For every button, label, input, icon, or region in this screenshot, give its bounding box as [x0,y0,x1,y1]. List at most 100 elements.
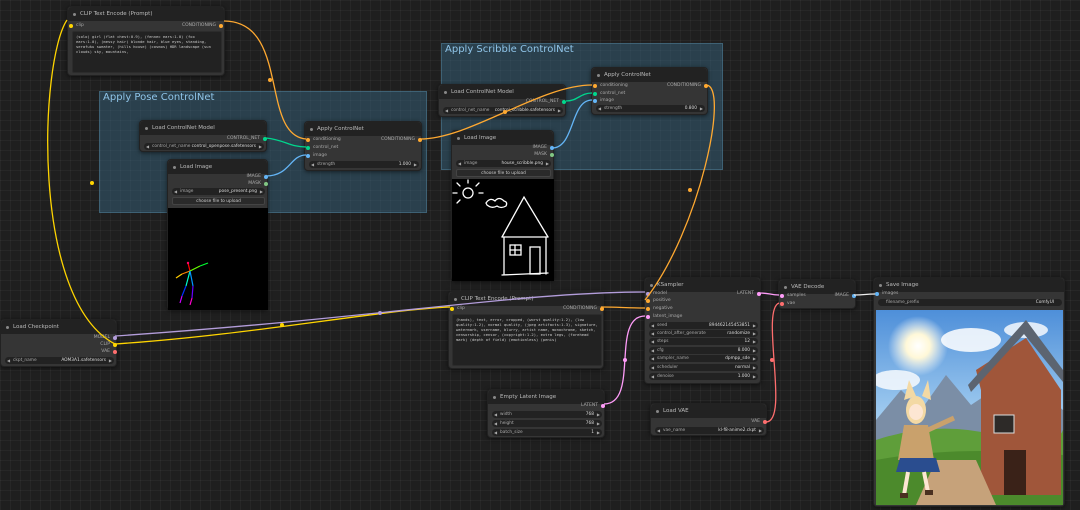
collapse-dot-icon[interactable] [457,136,460,140]
input-vae[interactable]: vae [780,301,795,307]
right-arrow-icon[interactable]: ▶ [753,364,756,371]
node-load-controlnet-pose[interactable]: Load ControlNet Model CONTROL_NET ◀ contr… [139,120,267,152]
collapse-dot-icon[interactable] [444,90,447,94]
batch-size-widget[interactable]: ◀ batch_size 1 ▶ [492,429,602,436]
collapse-dot-icon[interactable] [650,283,653,287]
right-arrow-icon[interactable]: ▶ [753,347,756,354]
input-latent-image[interactable]: latent_image [646,314,682,320]
right-arrow-icon[interactable]: ▶ [546,160,549,167]
collapse-dot-icon[interactable] [6,325,9,329]
node-title[interactable]: Load Checkpoint [1,320,116,334]
sampler-name-widget[interactable]: ◀ sampler_name dpmpp_sde ▶ [649,355,758,362]
node-load-image-scribble[interactable]: Load Image IMAGE MASK ◀ image house_scribb… [451,130,554,281]
node-title[interactable]: Load Image [452,131,553,145]
node-load-checkpoint[interactable]: Load Checkpoint MODEL CLIP VAE ◀ ckpt_nam… [0,319,117,367]
right-arrow-icon[interactable]: ▶ [597,429,600,436]
left-arrow-icon[interactable]: ◀ [494,411,497,418]
output-image[interactable]: IMAGE [246,174,268,180]
node-clip-text-encode-positive[interactable]: CLIP Text Encode (Prompt) clip CONDITION… [67,6,225,76]
right-arrow-icon[interactable]: ▶ [753,338,756,345]
left-arrow-icon[interactable]: ◀ [458,160,461,167]
steps-widget[interactable]: ◀ steps 12 ▶ [649,338,758,345]
collapse-dot-icon[interactable] [310,127,313,131]
input-image[interactable]: image [593,98,614,104]
collapse-dot-icon[interactable] [784,285,787,289]
node-title[interactable]: Apply ControlNet [592,68,707,82]
node-empty-latent-image[interactable]: Empty Latent Image LATENT ◀ width 768 ▶ ◀ he… [487,389,605,438]
output-latent[interactable]: LATENT [737,291,761,297]
left-arrow-icon[interactable]: ◀ [598,105,601,112]
output-clip[interactable]: CLIP [100,342,117,348]
width-widget[interactable]: ◀ width 768 ▶ [492,411,602,418]
node-title[interactable]: Empty Latent Image [488,390,604,404]
prompt-text-area[interactable]: (solo) girl (flat chest:0.9), (fennec ea… [72,31,222,73]
right-arrow-icon[interactable]: ▶ [753,330,756,337]
image-file-combo[interactable]: ◀ image house_scribble.png ▶ [456,160,551,167]
output-conditioning[interactable]: CONDITIONING [667,83,708,89]
input-control-net[interactable]: control_net [593,91,625,97]
input-positive[interactable]: positive [646,298,671,304]
node-vae-decode[interactable]: VAE Decode samples vae IMAGE [778,279,856,309]
upload-button[interactable]: choose file to upload [172,197,265,205]
node-title[interactable]: Load Image [168,160,267,174]
collapse-dot-icon[interactable] [145,126,148,130]
input-control-net[interactable]: control_net [306,145,338,151]
node-load-vae[interactable]: Load VAE VAE ◀ vae_name kl-f8-anime2.ckpt ▶ [650,403,767,436]
input-clip[interactable]: clip [69,23,84,29]
node-ksampler[interactable]: KSampler model positive negative latent_… [644,277,761,384]
output-latent[interactable]: LATENT [581,403,605,409]
input-image[interactable]: image [306,153,327,159]
node-title[interactable]: VAE Decode [779,280,855,294]
collapse-dot-icon[interactable] [879,283,882,287]
left-arrow-icon[interactable]: ◀ [311,161,314,168]
left-arrow-icon[interactable]: ◀ [494,429,497,436]
left-arrow-icon[interactable]: ◀ [174,188,177,195]
right-arrow-icon[interactable]: ▶ [260,188,263,195]
left-arrow-icon[interactable]: ◀ [657,427,660,434]
input-clip[interactable]: clip [450,306,465,312]
node-title[interactable]: Load ControlNet Model [439,85,565,99]
output-control-net[interactable]: CONTROL_NET [227,136,267,142]
control-net-name-combo[interactable]: ◀ control_net_name control_scribble.safete… [443,107,563,114]
output-vae[interactable]: VAE [101,349,117,355]
denoise-widget[interactable]: ◀ denoise 1.000 ▶ [649,373,758,380]
left-arrow-icon[interactable]: ◀ [445,107,448,114]
control-net-name-combo[interactable]: ◀ control_net_name control_openpose.safete… [144,143,264,150]
collapse-dot-icon[interactable] [656,409,659,413]
output-image[interactable]: IMAGE [834,293,856,299]
node-load-image-pose[interactable]: Load Image IMAGE MASK ◀ image pose_present… [167,159,268,310]
right-arrow-icon[interactable]: ▶ [558,107,561,114]
input-conditioning[interactable]: conditioning [593,83,628,89]
output-mask[interactable]: MASK [248,181,268,187]
left-arrow-icon[interactable]: ◀ [651,338,654,345]
ckpt-name-combo[interactable]: ◀ ckpt_name AOM3A1.safetensors ▶ [5,357,114,364]
right-arrow-icon[interactable]: ▶ [109,357,112,364]
strength-slider[interactable]: ◀ strength 1.000 ▶ [309,161,419,168]
left-arrow-icon[interactable]: ◀ [651,373,654,380]
right-arrow-icon[interactable]: ▶ [753,355,756,362]
node-title[interactable]: Load ControlNet Model [140,121,266,135]
left-arrow-icon[interactable]: ◀ [651,347,654,354]
input-samples[interactable]: samples [780,293,806,299]
node-title[interactable]: Save Image [874,278,1064,292]
cfg-widget[interactable]: ◀ cfg 8.000 ▶ [649,347,758,354]
upload-button[interactable]: choose file to upload [456,169,551,177]
node-title[interactable]: CLIP Text Encode (Prompt) [449,292,603,306]
right-arrow-icon[interactable]: ▶ [759,427,762,434]
input-negative[interactable]: negative [646,306,673,312]
input-images[interactable]: images [875,291,898,297]
collapse-dot-icon[interactable] [454,297,457,301]
node-apply-controlnet-pose[interactable]: Apply ControlNet conditioning control_ne… [304,121,422,171]
collapse-dot-icon[interactable] [493,395,496,399]
node-title[interactable]: CLIP Text Encode (Prompt) [68,7,224,21]
left-arrow-icon[interactable]: ◀ [651,330,654,337]
left-arrow-icon[interactable]: ◀ [7,357,10,364]
right-arrow-icon[interactable]: ▶ [597,420,600,427]
output-conditioning[interactable]: CONDITIONING [182,23,223,29]
node-title[interactable]: Apply ControlNet [305,122,421,136]
collapse-dot-icon[interactable] [597,73,600,77]
right-arrow-icon[interactable]: ▶ [753,373,756,380]
image-file-combo[interactable]: ◀ image pose_present.png ▶ [172,188,265,195]
output-model[interactable]: MODEL [94,335,117,341]
input-conditioning[interactable]: conditioning [306,137,341,143]
